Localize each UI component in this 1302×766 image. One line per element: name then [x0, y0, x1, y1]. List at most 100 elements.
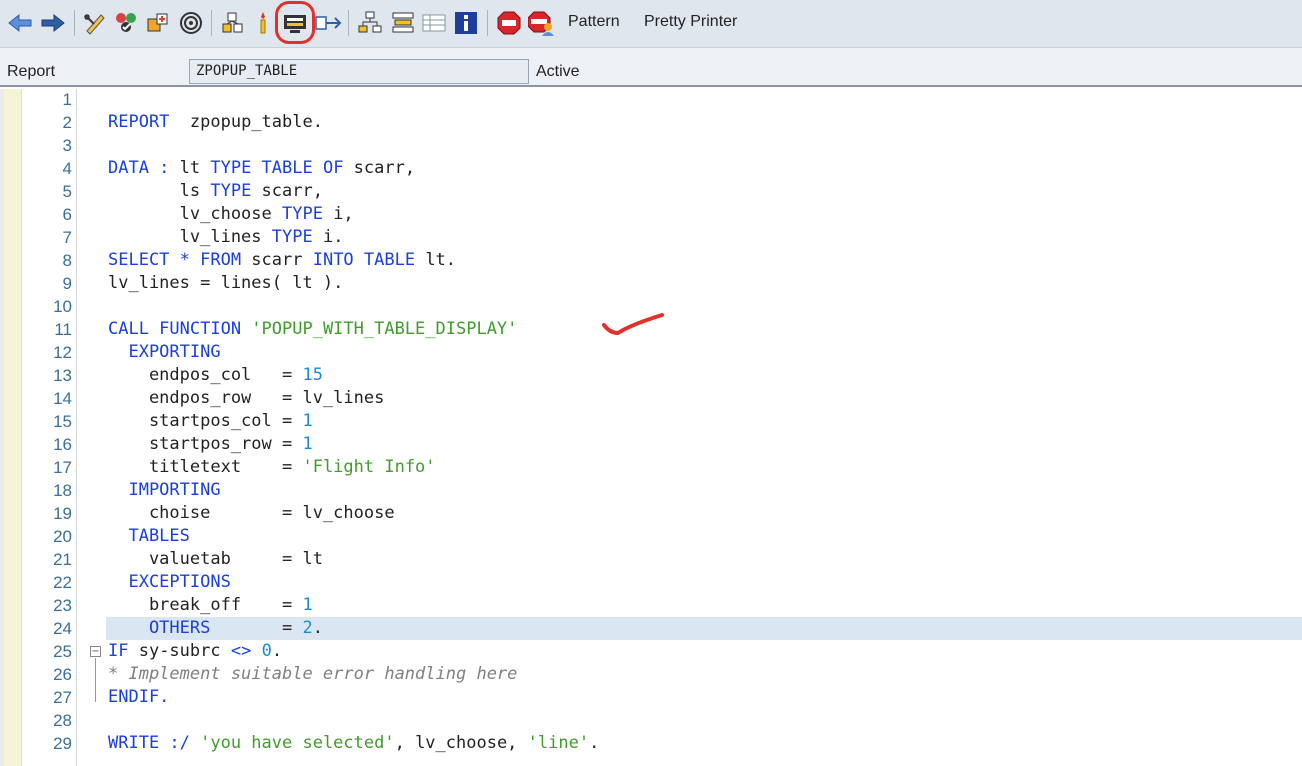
pattern-button[interactable]: Pattern: [568, 13, 620, 31]
code-token: TABLES: [108, 526, 190, 546]
code-text[interactable]: startpos_row = 1: [108, 433, 313, 456]
code-line[interactable]: 9 lv_lines = lines( lt ).: [0, 272, 1302, 295]
code-token: .: [589, 733, 600, 753]
annotation-checkmark-icon: [602, 313, 664, 336]
code-line[interactable]: 5 ls TYPE scarr,: [0, 180, 1302, 203]
enhancement-icon[interactable]: [281, 9, 309, 37]
navigation-window-icon[interactable]: [314, 9, 342, 37]
code-line[interactable]: 18 IMPORTING: [0, 479, 1302, 502]
code-token: scarr: [251, 250, 313, 270]
code-token: i,: [333, 204, 354, 224]
layout-icon[interactable]: [389, 9, 417, 37]
code-text[interactable]: startpos_col = 1: [108, 410, 313, 433]
code-line[interactable]: 17 titletext = 'Flight Info': [0, 456, 1302, 479]
pretty-printer-button[interactable]: Pretty Printer: [644, 13, 737, 31]
code-token: , lv_choose,: [394, 733, 528, 753]
code-line[interactable]: 22 EXCEPTIONS: [0, 571, 1302, 594]
code-line[interactable]: 19 choise = lv_choose: [0, 502, 1302, 525]
code-line[interactable]: 21 valuetab = lt: [0, 548, 1302, 571]
code-line[interactable]: 12 EXPORTING: [0, 341, 1302, 364]
activate-icon[interactable]: [144, 9, 172, 37]
code-line[interactable]: 13 endpos_col = 15: [0, 364, 1302, 387]
code-text[interactable]: ENDIF.: [108, 686, 169, 709]
code-text[interactable]: choise = lv_choose: [108, 502, 395, 525]
line-number: 5: [62, 182, 72, 201]
info-icon[interactable]: [452, 9, 480, 37]
code-line[interactable]: 27 ENDIF.: [0, 686, 1302, 709]
code-token: valuetab = lt: [108, 549, 323, 569]
code-text[interactable]: IMPORTING: [108, 479, 220, 502]
test-icon[interactable]: [249, 9, 277, 37]
table-icon[interactable]: [420, 9, 448, 37]
code-line[interactable]: 6 lv_choose TYPE i,: [0, 203, 1302, 226]
check-icon[interactable]: [112, 9, 140, 37]
code-text[interactable]: EXPORTING: [108, 341, 221, 364]
code-text[interactable]: * Implement suitable error handling here: [108, 663, 517, 686]
code-line[interactable]: 29 WRITE :/ 'you have selected', lv_choos…: [0, 732, 1302, 755]
code-text[interactable]: valuetab = lt: [108, 548, 323, 571]
code-text[interactable]: break_off = 1: [108, 594, 313, 617]
application-toolbar: Pattern Pretty Printer: [0, 0, 1302, 48]
forward-icon[interactable]: [39, 9, 67, 37]
stop-breakpoint-icon[interactable]: [495, 9, 523, 37]
code-text[interactable]: OTHERS = 2.: [108, 617, 323, 640]
code-text[interactable]: lv_choose TYPE i,: [108, 203, 354, 226]
code-text[interactable]: SELECT * FROM scarr INTO TABLE lt.: [108, 249, 456, 272]
hierarchy-icon[interactable]: [356, 9, 384, 37]
code-line[interactable]: 14 endpos_row = lv_lines: [0, 387, 1302, 410]
code-line[interactable]: 20 TABLES: [0, 525, 1302, 548]
line-number: 20: [53, 527, 72, 546]
code-text[interactable]: IF sy-subrc <> 0.: [108, 640, 282, 663]
line-number: 22: [53, 573, 72, 592]
back-icon[interactable]: [6, 9, 34, 37]
code-text[interactable]: REPORT zpopup_table.: [108, 111, 323, 134]
code-line[interactable]: 4 DATA : lt TYPE TABLE OF scarr,: [0, 157, 1302, 180]
display-change-icon[interactable]: [81, 9, 109, 37]
code-text[interactable]: TABLES: [108, 525, 190, 548]
code-token: TYPE: [271, 227, 323, 247]
code-token: WRITE :/: [108, 733, 201, 753]
code-token: EXCEPTIONS: [108, 572, 231, 592]
code-line[interactable]: 1: [0, 88, 1302, 111]
code-text[interactable]: EXCEPTIONS: [108, 571, 231, 594]
code-token: CALL FUNCTION: [108, 319, 252, 339]
where-used-icon[interactable]: [177, 9, 205, 37]
code-line[interactable]: 3: [0, 134, 1302, 157]
line-number: 1: [62, 90, 72, 109]
code-line[interactable]: 28: [0, 709, 1302, 732]
code-token: ENDIF.: [108, 687, 170, 707]
code-line[interactable]: 24 OTHERS = 2.: [0, 617, 1302, 640]
code-line[interactable]: 23 break_off = 1: [0, 594, 1302, 617]
code-text[interactable]: endpos_row = lv_lines: [108, 387, 384, 410]
code-line[interactable]: 7 lv_lines TYPE i.: [0, 226, 1302, 249]
code-token: EXPORTING: [108, 342, 221, 362]
code-line[interactable]: 2 REPORT zpopup_table.: [0, 111, 1302, 134]
code-token: 1: [302, 411, 313, 431]
code-text[interactable]: lv_lines TYPE i.: [108, 226, 344, 249]
code-text[interactable]: DATA : lt TYPE TABLE OF scarr,: [108, 157, 415, 180]
code-token: startpos_col =: [108, 411, 303, 431]
code-line[interactable]: 16 startpos_row = 1: [0, 433, 1302, 456]
line-number: 28: [53, 711, 72, 730]
line-number: 27: [53, 688, 72, 707]
code-token: REPORT: [108, 112, 170, 132]
fold-toggle-icon[interactable]: −: [90, 646, 101, 657]
code-token: <>: [230, 641, 262, 661]
code-text[interactable]: WRITE :/ 'you have selected', lv_choose,…: [108, 732, 599, 755]
code-text[interactable]: titletext = 'Flight Info': [108, 456, 436, 479]
program-name-field[interactable]: ZPOPUP_TABLE: [189, 59, 529, 84]
stop-user-icon[interactable]: [527, 9, 555, 37]
code-token: 'line': [527, 733, 590, 753]
code-line[interactable]: 8 SELECT * FROM scarr INTO TABLE lt.: [0, 249, 1302, 272]
line-number: 9: [62, 274, 72, 293]
object-list-icon[interactable]: [219, 9, 247, 37]
code-editor[interactable]: 1 2 REPORT zpopup_table. 3 4 DATA : lt TYPE T…: [0, 89, 1302, 766]
code-text[interactable]: ls TYPE scarr,: [108, 180, 323, 203]
code-line[interactable]: 26 * Implement suitable error handling he…: [0, 663, 1302, 686]
code-text[interactable]: endpos_col = 15: [108, 364, 323, 387]
code-text[interactable]: lv_lines = lines( lt ).: [108, 272, 343, 295]
code-text[interactable]: CALL FUNCTION 'POPUP_WITH_TABLE_DISPLAY': [108, 318, 517, 341]
code-line[interactable]: 15 startpos_col = 1: [0, 410, 1302, 433]
code-token: TYPE: [282, 204, 334, 224]
code-line[interactable]: 25 IF sy-subrc <> 0.: [0, 640, 1302, 663]
